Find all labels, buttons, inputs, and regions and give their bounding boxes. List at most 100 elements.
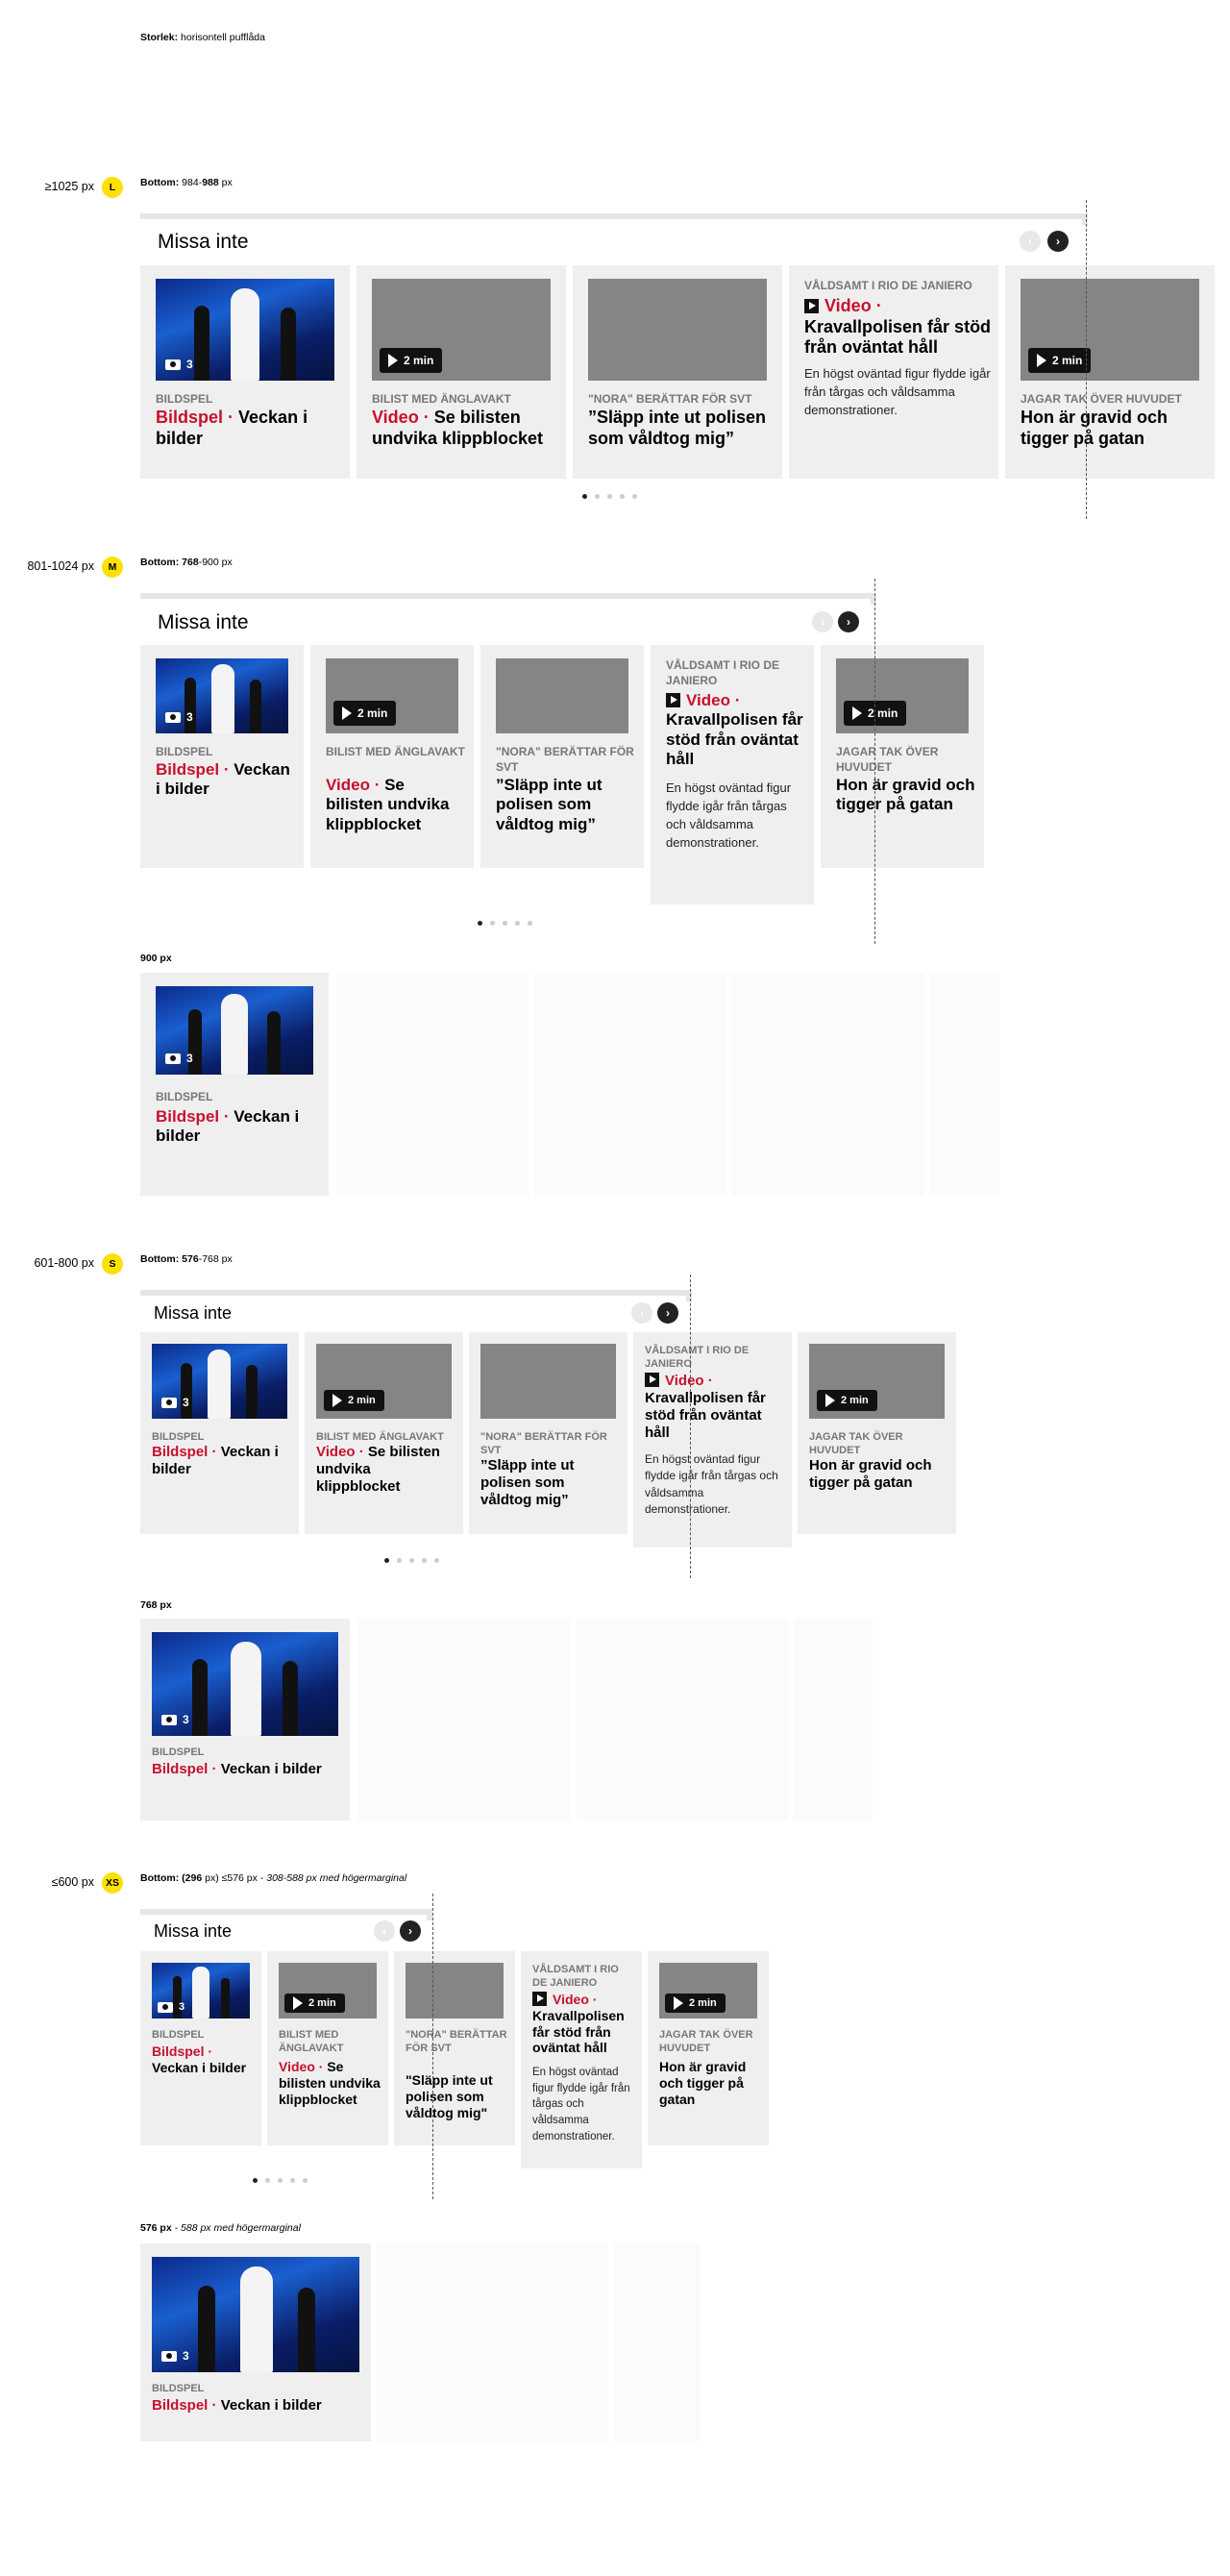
pagination-dot[interactable] xyxy=(384,1558,389,1563)
size-header: Storlek: horisontell pufflåda xyxy=(140,32,265,43)
pagination-dot[interactable] xyxy=(422,1558,427,1563)
play-icon: 2 min xyxy=(284,1994,345,2013)
pagination-dot[interactable] xyxy=(515,921,520,926)
camera-icon: 3 xyxy=(161,1396,189,1409)
card-bildspel[interactable]: 3 Bildspel Bildspel · Veckan i bilder xyxy=(140,973,329,1196)
module-heading: Missa inte xyxy=(154,1921,233,1941)
chevron-right-icon[interactable]: › xyxy=(838,611,859,632)
card-kicker: "Nora" berättar för SVT xyxy=(496,745,634,774)
card-title: Hon är gravid och tigger på gatan xyxy=(809,1457,932,1491)
card-gravid[interactable]: 2 min Jagar tak över huvudet Hon är grav… xyxy=(821,645,984,868)
separator: · xyxy=(219,1107,234,1126)
card-bildspel[interactable]: 3 Bildspel Bildspel · Veckan i bilder xyxy=(140,2243,371,2441)
pagination-dot[interactable] xyxy=(632,494,637,499)
card-gravid[interactable]: 2 min Jagar tak över huvudet Hon är grav… xyxy=(1005,265,1215,479)
pagination-dot[interactable] xyxy=(620,494,625,499)
photo-count: 3 xyxy=(186,1052,193,1065)
separator: · xyxy=(871,296,882,315)
card-rio[interactable]: Våldsamt i Rio de Janiero Video · Kraval… xyxy=(789,265,998,479)
card-kicker: Bildspel xyxy=(152,1431,205,1443)
card-rio[interactable]: Våldsamt i Rio de Janiero Video · Kraval… xyxy=(633,1332,792,1548)
card-title-text: Veckan i bilder xyxy=(152,2059,247,2075)
pagination-dot[interactable] xyxy=(490,921,495,926)
chevron-right-icon[interactable]: › xyxy=(657,1302,678,1324)
sub-width-label-m: 900 px xyxy=(140,953,172,964)
chevron-left-icon[interactable]: ‹ xyxy=(1020,231,1041,252)
pagination-dot[interactable] xyxy=(265,2178,270,2183)
card-kicker: Jagar tak över huvudet xyxy=(836,745,939,774)
pagination-dot[interactable] xyxy=(528,921,532,926)
pagination-dot[interactable] xyxy=(582,494,587,499)
card-video-bilist[interactable]: 2 min Bilist med änglavakt Video · Se bi… xyxy=(310,645,474,868)
card-rio[interactable]: Våldsamt i Rio de Janiero Video · Kraval… xyxy=(521,1951,642,2168)
card-label: Video xyxy=(326,776,370,794)
pagination-dot[interactable] xyxy=(290,2178,295,2183)
thumbnail-image: 3 xyxy=(152,1632,338,1736)
pagination-dots[interactable] xyxy=(582,494,637,499)
pagination-dot[interactable] xyxy=(607,494,612,499)
card-nora[interactable]: "Nora" berättar för SVT ”Släpp inte ut p… xyxy=(480,645,644,868)
separator: · xyxy=(369,776,385,794)
card-title: Video · Kravallpolisen får stöd från ovä… xyxy=(666,691,806,770)
card-video-bilist[interactable]: 2 min Bilist med änglavakt Video · Se bi… xyxy=(305,1332,463,1534)
pagination-dots[interactable] xyxy=(384,1558,439,1563)
separator: · xyxy=(418,408,434,427)
camera-icon: 3 xyxy=(158,2001,184,2013)
card-nora[interactable]: "Nora" berättar för SVT ”Släpp inte ut p… xyxy=(469,1332,627,1534)
chevron-left-icon[interactable]: ‹ xyxy=(374,1920,395,1942)
pagination-dot[interactable] xyxy=(278,2178,283,2183)
card-kicker: Våldsamt i Rio de Janiero xyxy=(804,279,972,292)
card-bildspel[interactable]: 3 Bildspel Bildspel · Veckan i bilder xyxy=(140,265,350,479)
card-gravid[interactable]: 2 min Jagar tak över huvudet Hon är grav… xyxy=(648,1951,769,2145)
module-top-border xyxy=(140,213,1088,225)
breakpoint-guide-line xyxy=(690,1275,691,1578)
card-label: Bildspel xyxy=(152,1761,209,1777)
card-kicker: Jagar tak över huvudet xyxy=(809,1431,903,1457)
pagination-dot[interactable] xyxy=(595,494,600,499)
thumbnail-image xyxy=(406,1963,504,2019)
chevron-left-icon[interactable]: ‹ xyxy=(631,1302,652,1324)
pagination-dot[interactable] xyxy=(503,921,507,926)
pagination-dot[interactable] xyxy=(434,1558,439,1563)
card-title: Bildspel · Veckan i bilder xyxy=(156,760,296,800)
card-nora[interactable]: "Nora" berättar för SVT "Släpp inte ut p… xyxy=(394,1951,515,2145)
chevron-right-icon[interactable]: › xyxy=(400,1920,421,1942)
card-rio[interactable]: Våldsamt i Rio de Janiero Video · Kraval… xyxy=(651,645,814,904)
video-duration: 2 min xyxy=(404,354,434,367)
pagination-dot[interactable] xyxy=(478,921,482,926)
pagination-dot[interactable] xyxy=(303,2178,308,2183)
card-kicker: Bildspel xyxy=(152,1746,205,1758)
note-label: Bottom: xyxy=(140,1253,180,1265)
video-duration: 2 min xyxy=(308,1997,336,2009)
thumbnail-image: 2 min xyxy=(316,1344,452,1419)
pagination-dot[interactable] xyxy=(397,1558,402,1563)
chevron-right-icon[interactable]: › xyxy=(1047,231,1069,252)
separator: · xyxy=(204,2043,213,2059)
pagination-dots[interactable] xyxy=(478,921,532,926)
placeholder-card xyxy=(613,2243,700,2441)
thumbnail-image: 2 min xyxy=(326,658,458,733)
chevron-left-icon[interactable]: ‹ xyxy=(812,611,833,632)
photo-count: 3 xyxy=(183,1396,189,1409)
breakpoint-badge-xs: XS xyxy=(102,1872,123,1894)
card-title-text: Kravallpolisen får stöd från oväntat hål… xyxy=(804,316,992,358)
card-video-bilist[interactable]: 2 min Bilist med änglavakt Video · Se bi… xyxy=(357,265,566,479)
card-title: Bildspel · Veckan i bilder xyxy=(152,1444,291,1478)
placeholder-card xyxy=(534,973,726,1196)
card-bildspel[interactable]: 3 Bildspel Bildspel · Veckan i bilder xyxy=(140,1951,261,2145)
card-bildspel[interactable]: 3 Bildspel Bildspel · Veckan i bilder xyxy=(140,1332,299,1534)
card-nora[interactable]: "Nora" berättar för SVT ”Släpp inte ut p… xyxy=(573,265,782,479)
camera-icon: 3 xyxy=(165,1052,193,1065)
pagination-dot[interactable] xyxy=(409,1558,414,1563)
pagination-dot[interactable] xyxy=(253,2178,258,2183)
card-kicker: Bilist med änglavakt xyxy=(316,1431,444,1443)
card-video-bilist[interactable]: 2 min Bilist med änglavakt Video · Se bi… xyxy=(267,1951,388,2145)
card-bildspel[interactable]: 3 Bildspel Bildspel · Veckan i bilder xyxy=(140,645,304,868)
note-part: px xyxy=(218,177,233,188)
card-kicker: "Nora" berättar för SVT xyxy=(588,392,752,406)
pagination-dots[interactable] xyxy=(253,2178,308,2183)
card-gravid[interactable]: 2 min Jagar tak över huvudet Hon är grav… xyxy=(798,1332,956,1534)
card-bildspel[interactable]: 3 Bildspel Bildspel · Veckan i bilder xyxy=(140,1619,350,1821)
breakpoint-guide-line xyxy=(432,1894,433,2199)
breakpoint-label-m: 801-1024 px xyxy=(27,559,94,573)
